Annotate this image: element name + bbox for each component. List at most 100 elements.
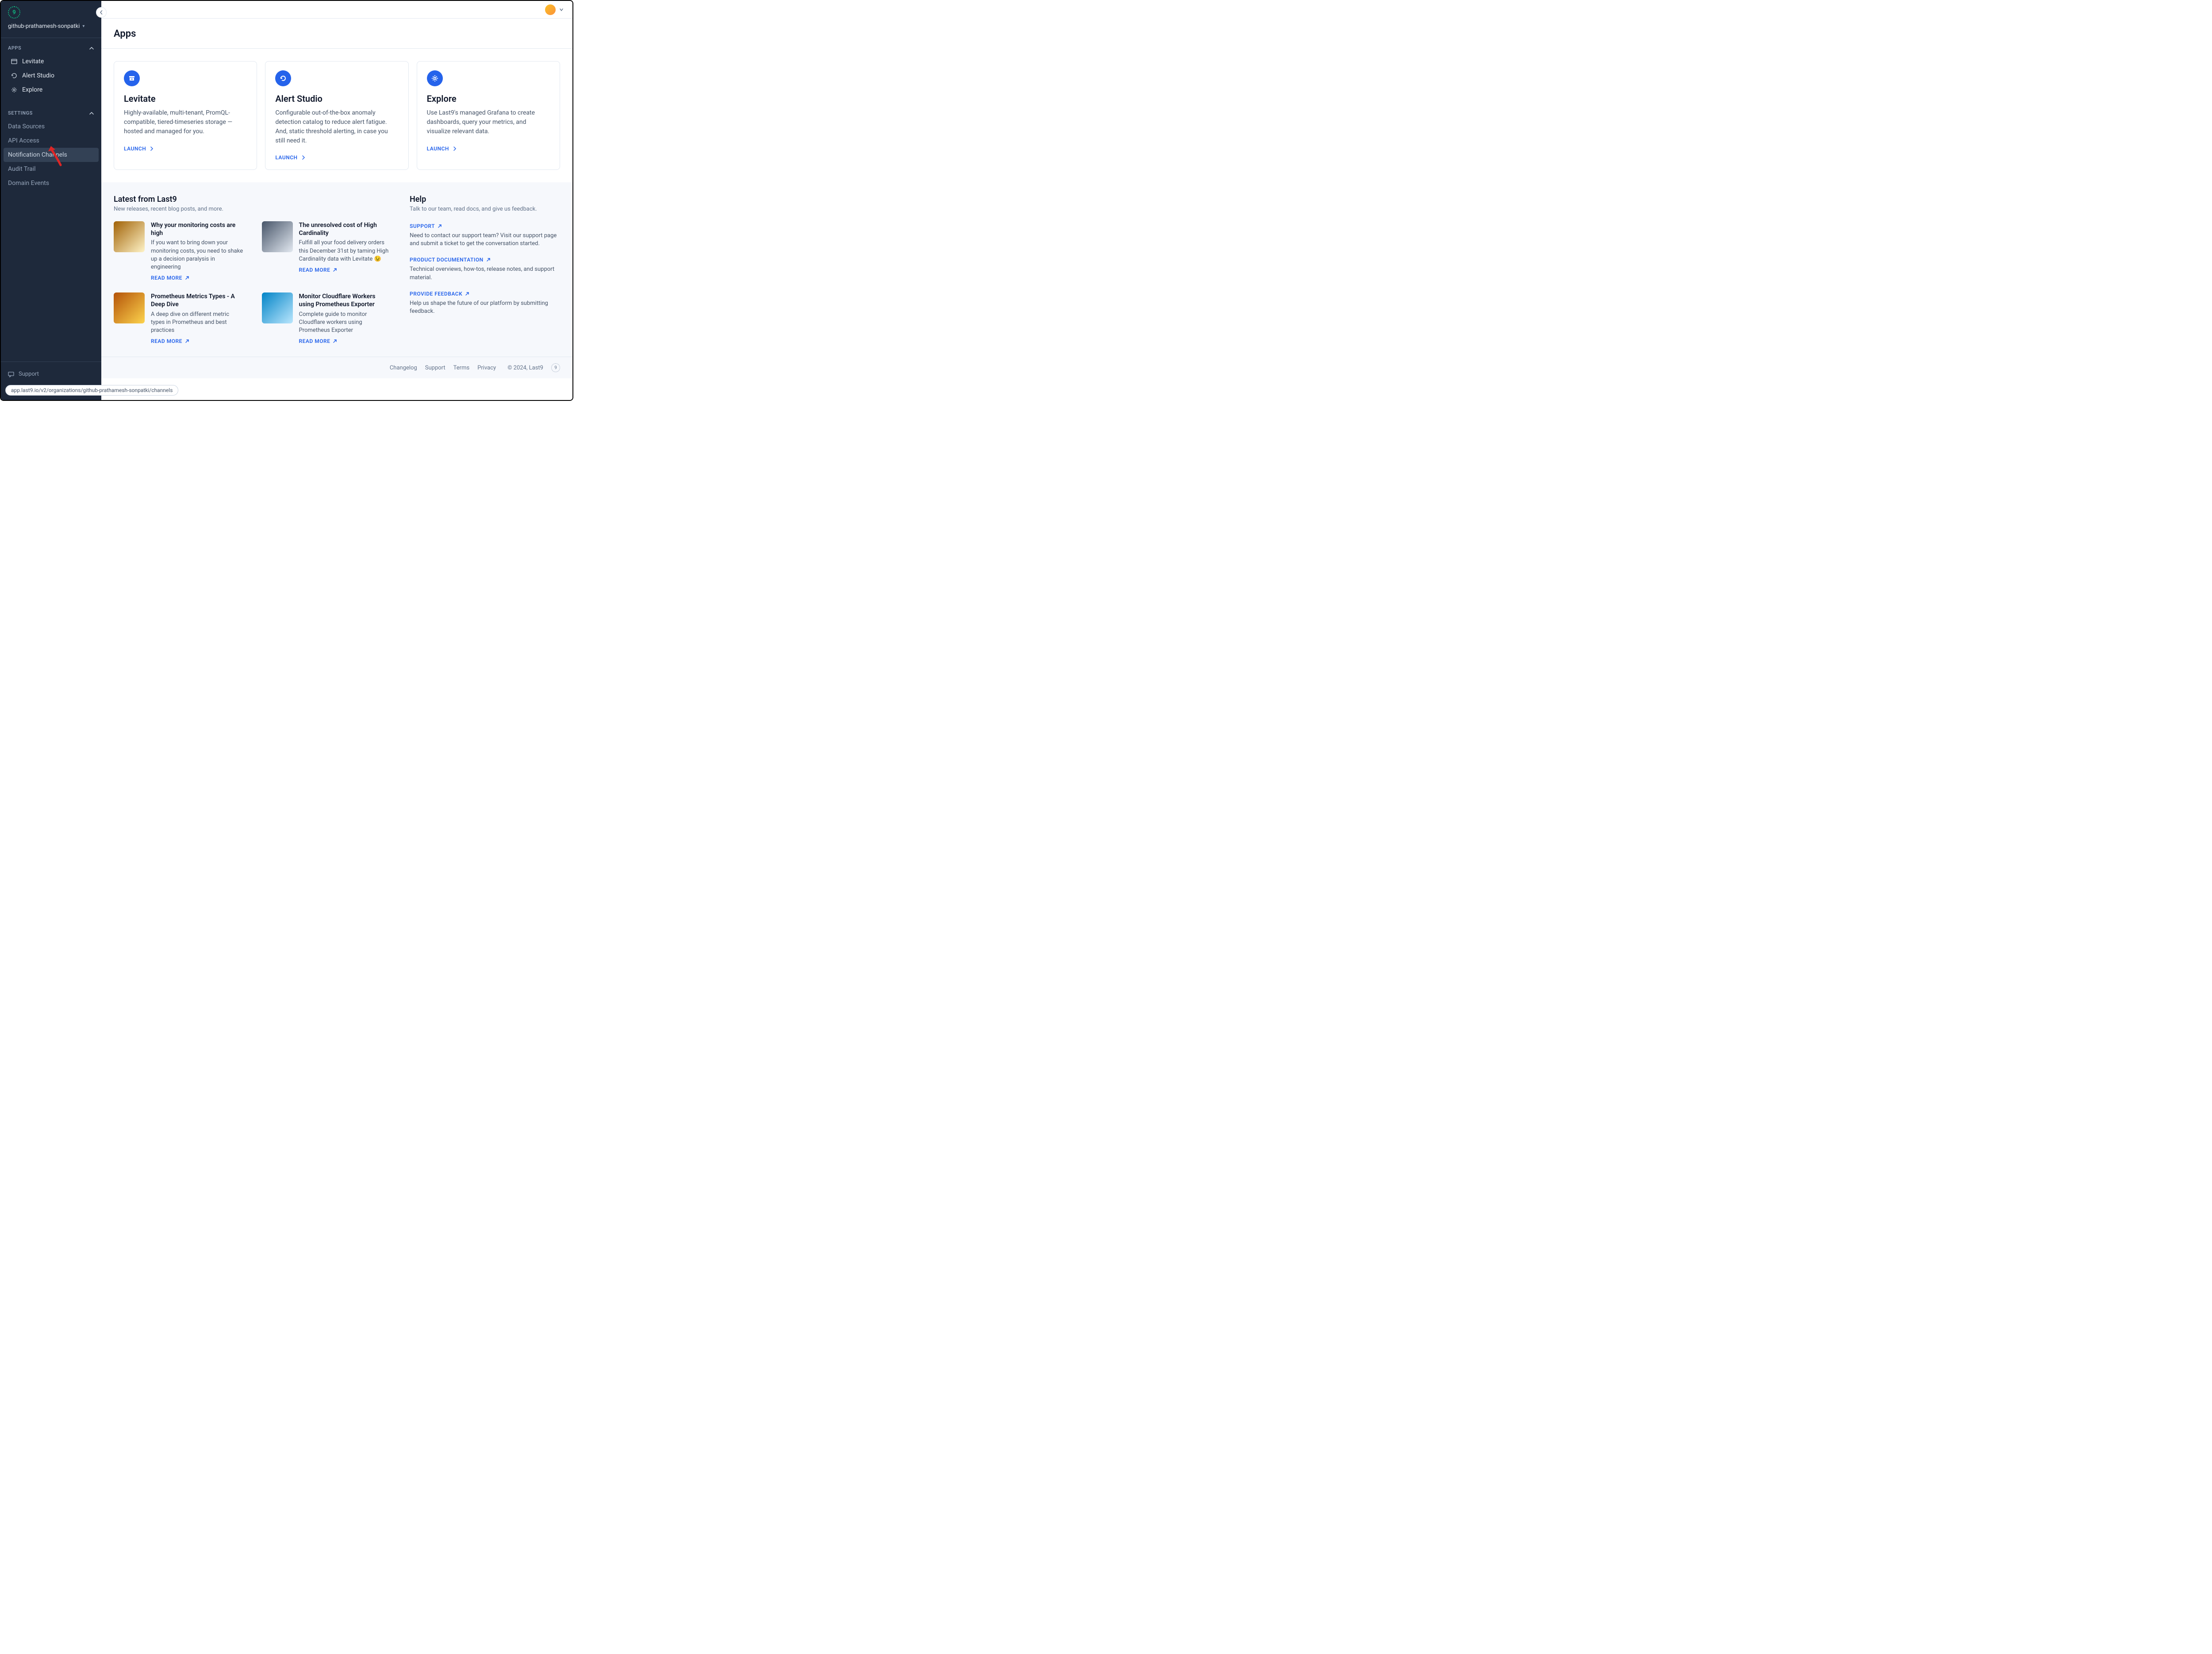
sidebar-item-label: Support: [19, 371, 39, 377]
launch-button[interactable]: LAUNCH: [275, 154, 398, 161]
card-description: Highly-available, multi-tenant, PromQL-c…: [124, 108, 247, 137]
sidebar-item-label: Domain Events: [8, 180, 49, 187]
org-name: github-prathamesh-sonpatki: [8, 23, 80, 30]
card-title: Alert Studio: [275, 93, 398, 104]
page-title: Apps: [114, 28, 560, 39]
arrow-up-right-icon: [438, 224, 442, 228]
help-link-description: Technical overviews, how-tos, release no…: [410, 265, 560, 281]
section-title: Latest from Last9: [114, 195, 392, 204]
read-more-link[interactable]: READ MORE: [151, 338, 244, 344]
blog-title: Monitor Cloudflare Workers using Prometh…: [299, 292, 392, 308]
refresh-icon: [275, 70, 291, 86]
blog-title: Prometheus Metrics Types - A Deep Dive: [151, 292, 244, 308]
arrow-up-right-icon: [486, 258, 491, 262]
blog-title: Why your monitoring costs are high: [151, 221, 244, 237]
card-title: Explore: [427, 93, 550, 104]
database-icon: [11, 58, 18, 65]
sidebar-item-domain-events[interactable]: Domain Events: [4, 176, 99, 190]
help-link-support[interactable]: SUPPORT: [410, 223, 560, 229]
app-card-alert-studio: Alert Studio Configurable out-of-the-box…: [265, 61, 408, 170]
chevron-right-icon: [453, 146, 457, 151]
collapse-sidebar-button[interactable]: [96, 7, 107, 18]
sidebar-item-label: Levitate: [22, 58, 44, 65]
sidebar-item-label: API Access: [8, 137, 39, 144]
chat-icon: [8, 371, 14, 377]
chevron-down-icon[interactable]: [559, 8, 564, 12]
footer-logo: 9: [551, 363, 560, 372]
chevron-up-icon: [89, 111, 94, 116]
logo[interactable]: 9: [8, 6, 20, 19]
section-subtitle: New releases, recent blog posts, and mor…: [114, 206, 392, 212]
blog-post: Prometheus Metrics Types - A Deep Dive A…: [114, 292, 244, 344]
blog-post: Monitor Cloudflare Workers using Prometh…: [262, 292, 392, 344]
blog-thumbnail: [114, 292, 145, 323]
read-more-link[interactable]: READ MORE: [299, 338, 392, 344]
footer-bar: Changelog Support Terms Privacy © 2024, …: [101, 357, 572, 378]
blog-description: If you want to bring down your monitorin…: [151, 239, 244, 271]
url-tooltip: app.last9.io/v2/organizations/github-pra…: [5, 385, 178, 396]
sidebar-item-alert-studio[interactable]: Alert Studio: [4, 69, 99, 83]
blog-post: The unresolved cost of High Cardinality …: [262, 221, 392, 281]
card-title: Levitate: [124, 93, 247, 104]
arrow-up-right-icon: [465, 292, 469, 296]
launch-button[interactable]: LAUNCH: [427, 146, 550, 152]
copyright: © 2024, Last9: [507, 365, 543, 371]
arrow-up-right-icon: [185, 339, 189, 343]
help-link-description: Need to contact our support team? Visit …: [410, 232, 560, 248]
sidebar-item-data-sources[interactable]: Data Sources: [4, 119, 99, 134]
user-avatar[interactable]: [545, 4, 556, 15]
section-title: Help: [410, 195, 560, 204]
chevron-right-icon: [150, 146, 154, 151]
arrow-up-right-icon: [185, 276, 189, 280]
refresh-icon: [11, 72, 18, 79]
footer-link-support[interactable]: Support: [425, 365, 445, 371]
archive-icon: [124, 70, 140, 86]
sidebar-footer-support[interactable]: Support: [1, 367, 101, 381]
sidebar: 9 github-prathamesh-sonpatki ▾ APPS: [1, 1, 101, 400]
gear-icon: [427, 70, 443, 86]
sidebar-item-explore[interactable]: Explore: [4, 83, 99, 97]
sidebar-item-levitate[interactable]: Levitate: [4, 54, 99, 69]
chevron-right-icon: [301, 155, 306, 160]
help-link-feedback[interactable]: PROVIDE FEEDBACK: [410, 291, 560, 297]
arrow-up-right-icon: [333, 339, 337, 343]
help-link-description: Help us shape the future of our platform…: [410, 300, 560, 315]
chevron-up-icon: [89, 46, 94, 51]
settings-section-header[interactable]: SETTINGS: [1, 103, 101, 119]
topbar: [101, 1, 572, 19]
sidebar-item-label: Explore: [22, 86, 42, 93]
sidebar-item-label: Alert Studio: [22, 72, 54, 79]
arrow-up-right-icon: [333, 268, 337, 272]
blog-post: Why your monitoring costs are high If yo…: [114, 221, 244, 281]
blog-title: The unresolved cost of High Cardinality: [299, 221, 392, 237]
blog-description: Complete guide to monitor Cloudflare wor…: [299, 311, 392, 335]
latest-section: Latest from Last9 New releases, recent b…: [114, 195, 392, 344]
section-subtitle: Talk to our team, read docs, and give us…: [410, 206, 560, 212]
sidebar-item-label: Notification Channels: [8, 151, 67, 158]
read-more-link[interactable]: READ MORE: [299, 267, 392, 273]
read-more-link[interactable]: READ MORE: [151, 275, 244, 281]
org-switcher[interactable]: github-prathamesh-sonpatki ▾: [8, 23, 94, 30]
caret-down-icon: ▾: [82, 24, 84, 29]
card-description: Configurable out-of-the-box anomaly dete…: [275, 108, 398, 146]
apps-section-header[interactable]: APPS: [1, 38, 101, 54]
sidebar-item-label: Data Sources: [8, 123, 45, 130]
help-link-documentation[interactable]: PRODUCT DOCUMENTATION: [410, 257, 560, 263]
app-card-explore: Explore Use Last9's managed Grafana to c…: [417, 61, 560, 170]
footer-link-terms[interactable]: Terms: [453, 365, 470, 371]
card-description: Use Last9's managed Grafana to create da…: [427, 108, 550, 137]
footer-link-privacy[interactable]: Privacy: [477, 365, 496, 371]
help-section: Help Talk to our team, read docs, and gi…: [410, 195, 560, 344]
chevron-left-icon: [99, 10, 104, 15]
gear-icon: [11, 86, 18, 93]
footer-link-changelog[interactable]: Changelog: [390, 365, 417, 371]
blog-thumbnail: [262, 292, 293, 323]
sidebar-item-audit-trail[interactable]: Audit Trail: [4, 162, 99, 176]
main-content: Apps Levitate Highly-available, multi-te…: [101, 1, 572, 400]
sidebar-item-notification-channels[interactable]: Notification Channels: [4, 148, 99, 162]
sidebar-item-label: Audit Trail: [8, 165, 36, 173]
blog-thumbnail: [262, 221, 293, 252]
sidebar-item-api-access[interactable]: API Access: [4, 134, 99, 148]
launch-button[interactable]: LAUNCH: [124, 146, 247, 152]
blog-thumbnail: [114, 221, 145, 252]
